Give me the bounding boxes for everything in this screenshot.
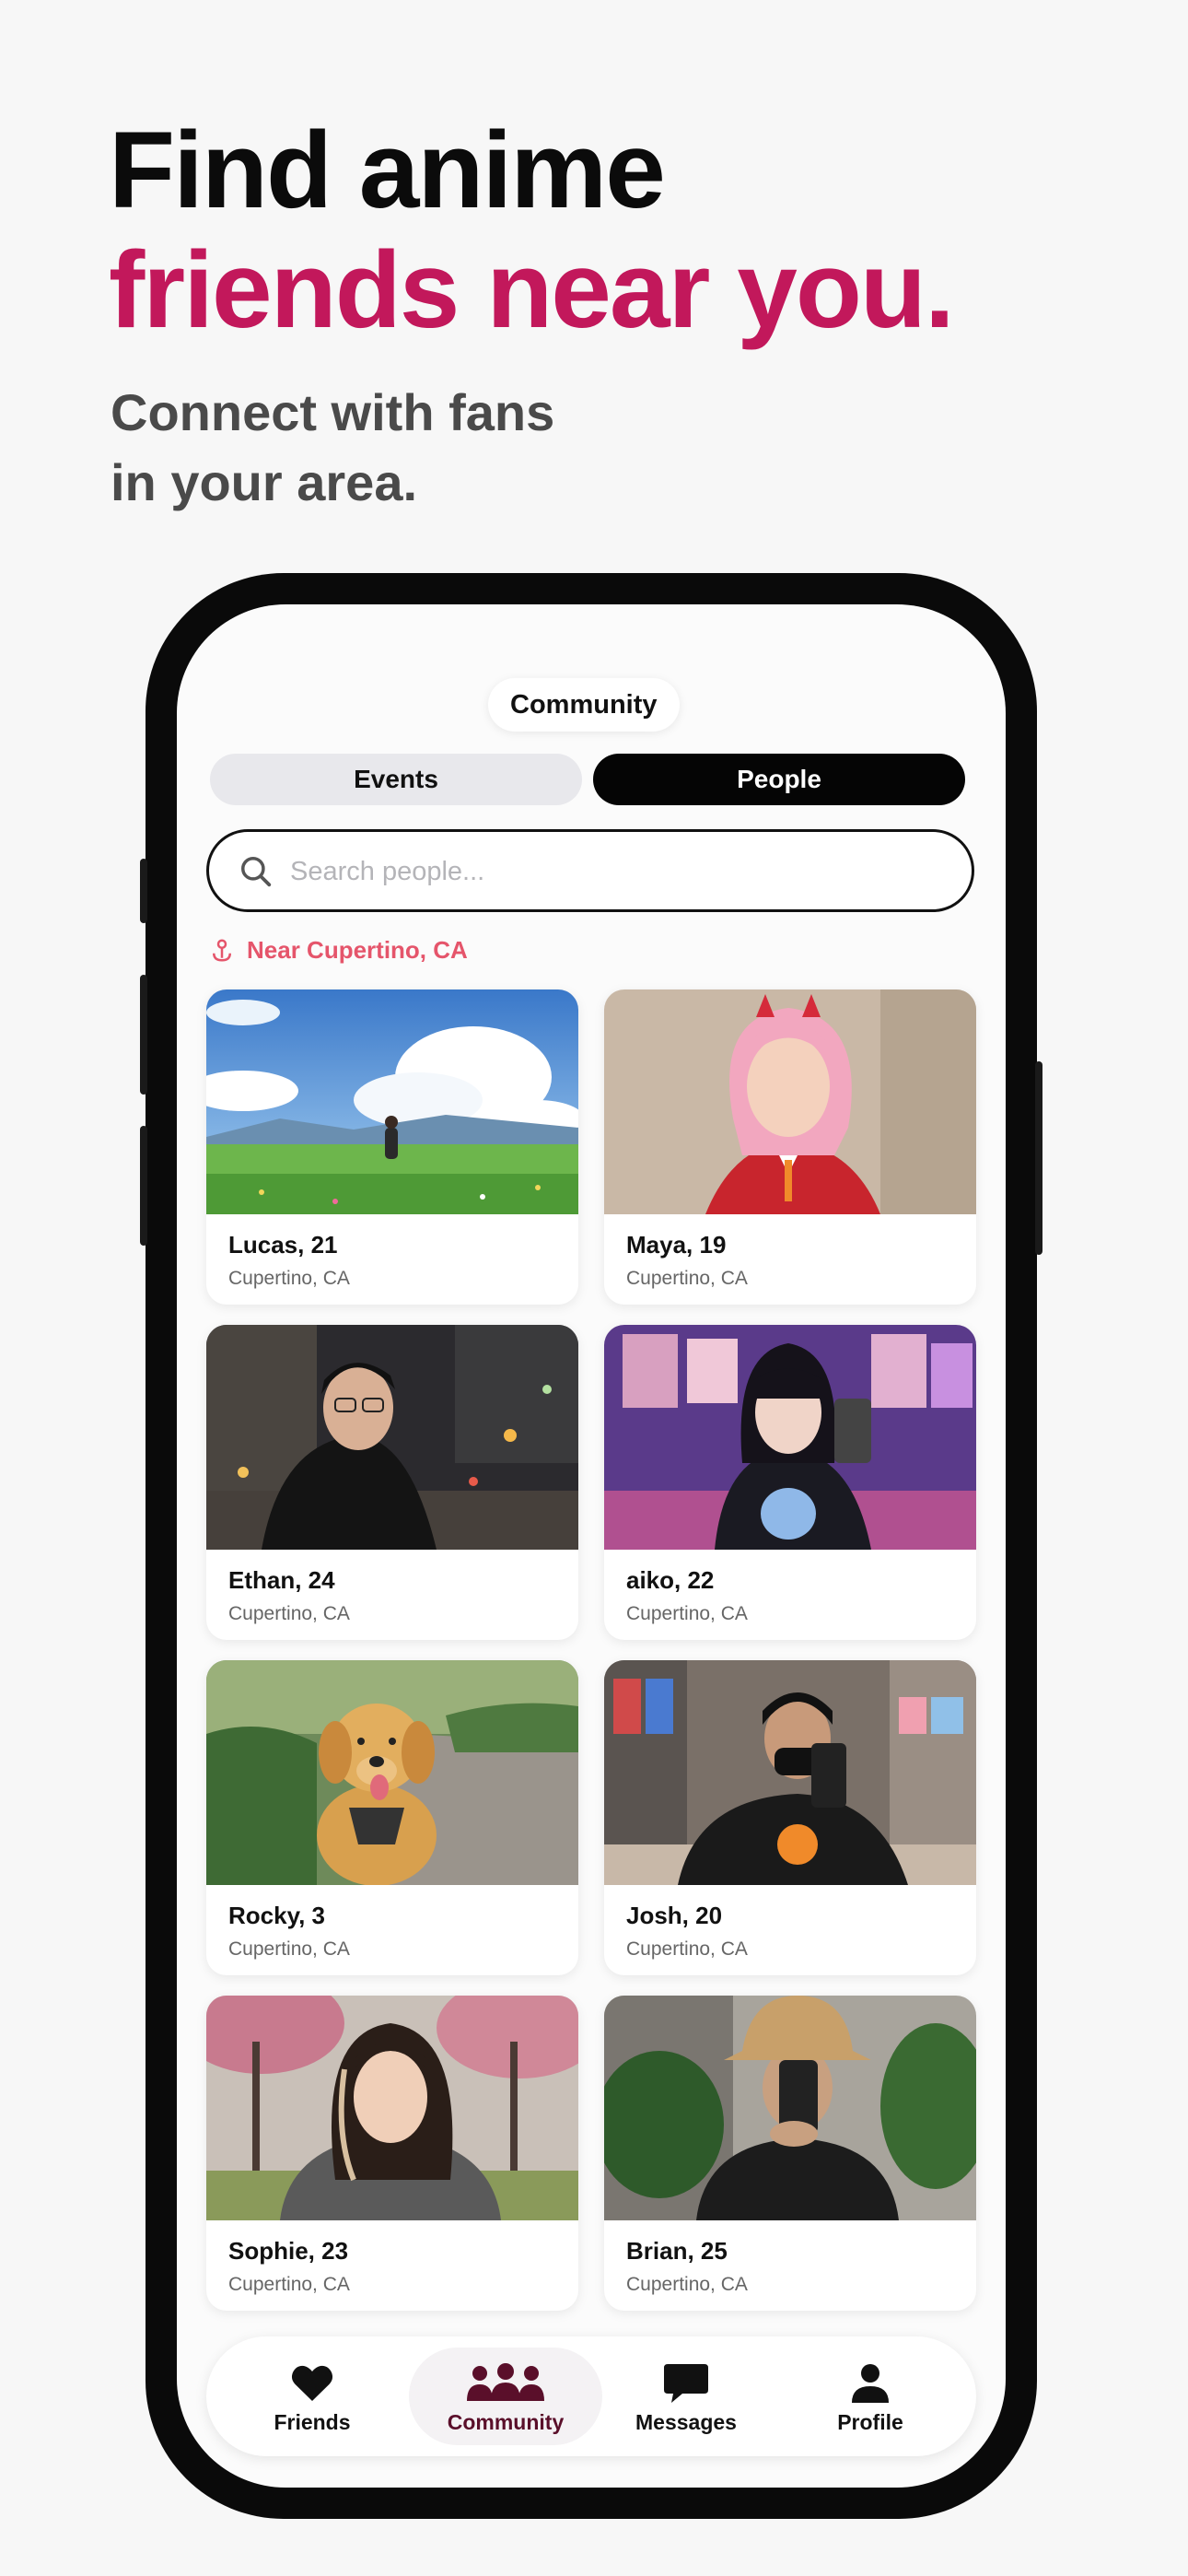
phone-frame: Community Events People Near Cupertino, … xyxy=(140,573,1042,2519)
person-city: Cupertino, CA xyxy=(626,1268,748,1289)
subheadline: Connect with fans in your area. xyxy=(111,378,755,518)
person-card[interactable]: Ethan, 24 Cupertino, CA xyxy=(206,1325,578,1640)
person-name: Maya, 19 xyxy=(626,1231,727,1259)
cosplay-portrait-photo xyxy=(604,989,976,1214)
app-screen: Community Events People Near Cupertino, … xyxy=(177,604,1006,2488)
person-name: aiko, 22 xyxy=(626,1566,715,1594)
bucket-hat-selfie-photo xyxy=(604,1996,976,2220)
bottom-tab-bar: Friends Community Messages Profile xyxy=(206,2336,976,2456)
phone-volume-down xyxy=(140,1126,147,1246)
person-name: Sophie, 23 xyxy=(228,2237,349,2265)
store-selfie-photo xyxy=(604,1660,976,1885)
person-card[interactable]: Maya, 19 Cupertino, CA xyxy=(604,989,976,1305)
anime-landscape-photo xyxy=(206,989,578,1214)
tab-people[interactable]: People xyxy=(593,754,965,805)
heart-icon xyxy=(291,2365,333,2401)
people-grid: Lucas, 21 Cupertino, CA Maya, 19 Cuperti… xyxy=(206,989,976,2311)
person-city: Cupertino, CA xyxy=(626,2274,748,2295)
person-name: Ethan, 24 xyxy=(228,1566,335,1594)
person-city: Cupertino, CA xyxy=(626,1938,748,1960)
search-icon xyxy=(241,857,272,887)
page-title: Community xyxy=(488,678,680,732)
person-city: Cupertino, CA xyxy=(626,1603,748,1624)
person-card[interactable]: Josh, 20 Cupertino, CA xyxy=(604,1660,976,1975)
person-card[interactable]: Rocky, 3 Cupertino, CA xyxy=(206,1660,578,1975)
tab-label: Community xyxy=(447,2410,565,2434)
person-name: Rocky, 3 xyxy=(228,1902,326,1929)
person-name: Josh, 20 xyxy=(626,1902,723,1929)
person-card[interactable]: Lucas, 21 Cupertino, CA xyxy=(206,989,578,1305)
phone-power-button xyxy=(1035,1061,1042,1255)
phone-mute-switch xyxy=(140,859,147,923)
location-pin-icon xyxy=(213,939,231,962)
tab-label: Messages xyxy=(635,2410,737,2434)
phone-volume-up xyxy=(140,975,147,1095)
subheadline-line-1: Connect with fans xyxy=(111,383,555,441)
person-card[interactable]: Sophie, 23 Cupertino, CA xyxy=(206,1996,578,2311)
person-name: Lucas, 21 xyxy=(228,1231,338,1259)
location-label: Near Cupertino, CA xyxy=(247,935,468,964)
people-group-icon xyxy=(467,2363,544,2401)
search-input[interactable] xyxy=(290,849,935,895)
person-name: Brian, 25 xyxy=(626,2237,728,2265)
tab-messages[interactable]: Messages xyxy=(589,2348,783,2445)
chat-bubble-icon xyxy=(664,2364,708,2403)
person-city: Cupertino, CA xyxy=(228,1938,350,1960)
city-night-portrait-photo xyxy=(206,1325,578,1550)
cherry-blossom-portrait-photo xyxy=(206,1996,578,2220)
person-card[interactable]: Brian, 25 Cupertino, CA xyxy=(604,1996,976,2311)
tab-events[interactable]: Events xyxy=(210,754,582,805)
tab-community[interactable]: Community xyxy=(409,2348,602,2445)
purple-room-selfie-photo xyxy=(604,1325,976,1550)
tab-friends[interactable]: Friends xyxy=(215,2348,409,2445)
golden-retriever-photo xyxy=(206,1660,578,1885)
headline-line-2: friends near you. xyxy=(109,229,955,351)
location-filter[interactable]: Near Cupertino, CA xyxy=(208,934,468,966)
person-city: Cupertino, CA xyxy=(228,1603,350,1624)
person-card[interactable]: aiko, 22 Cupertino, CA xyxy=(604,1325,976,1640)
tab-label: Profile xyxy=(837,2410,903,2434)
search-bar[interactable] xyxy=(206,829,974,912)
headline-line-1: Find anime xyxy=(109,110,666,231)
person-icon xyxy=(852,2364,889,2403)
person-city: Cupertino, CA xyxy=(228,2274,350,2295)
tab-label: Friends xyxy=(274,2410,351,2434)
subheadline-line-2: in your area. xyxy=(111,453,418,511)
tab-profile[interactable]: Profile xyxy=(774,2348,967,2445)
headline: Find anime friends near you. xyxy=(109,110,955,351)
person-city: Cupertino, CA xyxy=(228,1268,350,1289)
